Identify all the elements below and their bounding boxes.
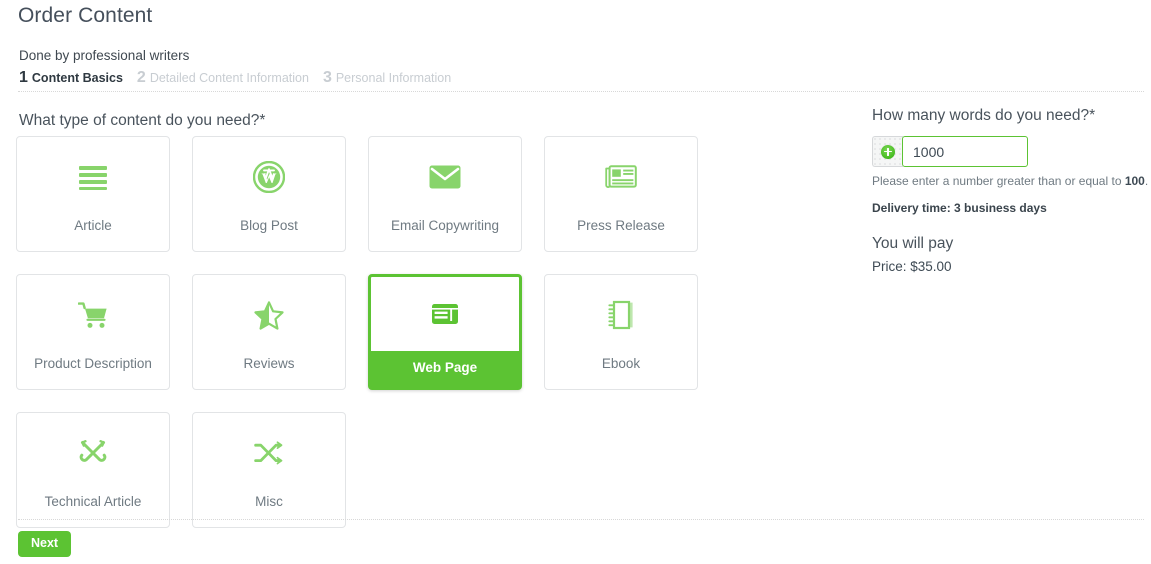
word-count-input[interactable] [902,136,1028,167]
content-type-label: Press Release [577,218,665,233]
content-type-label: Misc [255,494,283,509]
content-type-card-grid: Article W Blog Post Email Copywriting Pr… [16,136,716,528]
shopping-cart-icon [17,275,169,355]
content-type-card-blog-post[interactable]: W Blog Post [192,136,346,252]
plus-glyph [881,144,895,159]
content-type-card-press-release[interactable]: Press Release [544,136,698,252]
plus-circle-icon[interactable] [872,136,903,167]
price-value: Price: $35.00 [872,259,952,274]
browser-layout-icon [371,277,519,351]
you-will-pay-title: You will pay [872,235,954,252]
list-lines-icon [17,137,169,217]
content-type-card-misc[interactable]: Misc [192,412,346,528]
svg-text:W: W [262,171,277,187]
content-type-label: Blog Post [240,218,298,233]
content-type-label: Email Copywriting [390,218,500,233]
word-count-input-group [872,136,1147,167]
newspaper-icon [545,137,697,217]
delivery-time: Delivery time: 3 business days [872,201,1047,215]
content-type-label: Article [74,218,112,233]
word-count-question: How many words do you need?* [872,107,1096,124]
word-count-panel: How many words do you need?* Please ente… [872,106,1149,276]
notebook-icon [545,275,697,355]
shuffle-icon [193,413,345,493]
content-type-card-web-page[interactable]: Web Page [368,274,522,390]
help-min-value: 100 [1124,174,1145,188]
tools-icon [17,413,169,493]
content-type-card-article[interactable]: Article [16,136,170,252]
content-type-card-ebook[interactable]: Ebook [544,274,698,390]
content-type-card-reviews[interactable]: Reviews [192,274,346,390]
content-type-label: Product Description [34,356,152,371]
content-type-label: Technical Article [44,494,142,509]
next-button[interactable]: Next [18,531,72,557]
content-type-section: What type of content do you need?* Artic… [0,0,860,564]
envelope-icon [369,137,521,217]
help-prefix: Please enter a number greater than or eq… [872,174,1125,188]
content-type-card-email-copywriting[interactable]: Email Copywriting [368,136,522,252]
content-type-question: What type of content do you need?* [19,112,266,129]
wordpress-icon: W [193,137,345,217]
content-type-label: Ebook [601,356,641,371]
content-type-label: Reviews [243,356,295,371]
content-type-label: Web Page [371,351,519,387]
footer-divider [18,519,1144,520]
word-count-help-text: Please enter a number greater than or eq… [872,173,1149,189]
content-type-card-technical-article[interactable]: Technical Article [16,412,170,528]
content-type-card-product-description[interactable]: Product Description [16,274,170,390]
half-star-icon [193,275,345,355]
help-suffix: . [1144,174,1149,188]
